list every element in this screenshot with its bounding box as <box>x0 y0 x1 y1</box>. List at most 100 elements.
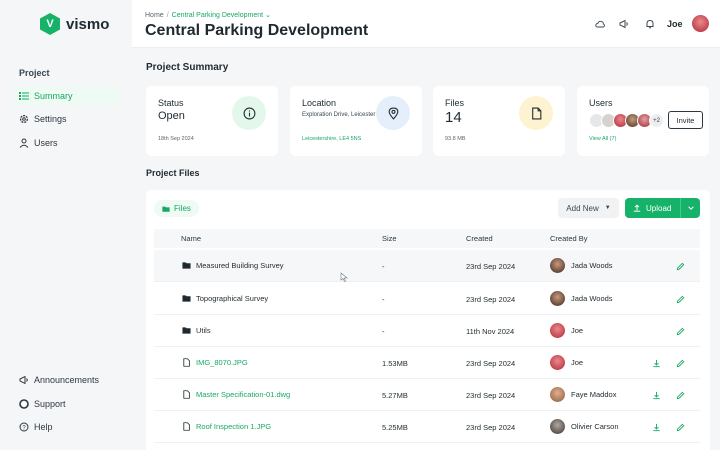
help-icon: ? <box>19 422 29 432</box>
sidebar-item-label: Summary <box>34 91 73 101</box>
row-size: - <box>382 295 385 304</box>
folder-icon <box>162 206 170 212</box>
sidebar-item-settings[interactable]: Settings <box>13 109 121 129</box>
avatar <box>550 355 565 370</box>
edit-icon[interactable] <box>675 358 685 368</box>
user-avatars[interactable]: +2 <box>589 113 664 128</box>
row-size: 1.53MB <box>382 359 408 368</box>
sidebar-section-title: Project <box>19 68 50 78</box>
add-new-button[interactable]: Add New ▼ <box>558 198 619 218</box>
row-created-by-label: Jada Woods <box>571 261 613 270</box>
folder-icon <box>182 262 191 269</box>
sidebar-item-announcements[interactable]: Announcements <box>13 370 121 390</box>
location-postcode[interactable]: Leicestershire, LE4 5NS <box>302 136 361 142</box>
breadcrumb-current[interactable]: Central Parking Development <box>172 12 263 19</box>
row-created: 23rd Sep 2024 <box>466 359 516 368</box>
gear-icon <box>19 114 29 124</box>
row-name[interactable]: Roof Inspection 1.JPG <box>182 422 271 431</box>
project-summary-title: Project Summary <box>146 62 229 73</box>
sidebar-item-label: Support <box>34 399 66 409</box>
row-name[interactable]: Measured Building Survey <box>182 261 284 270</box>
download-icon[interactable] <box>651 390 661 400</box>
more-users-count[interactable]: +2 <box>649 113 664 128</box>
megaphone-icon <box>19 375 29 385</box>
page-title: Central Parking Development <box>145 22 369 39</box>
row-created-by: Joe <box>550 323 583 338</box>
folder-icon <box>182 295 191 302</box>
files-card: Files 14 93.8 MB <box>433 86 565 156</box>
files-size: 93.8 MB <box>445 136 466 142</box>
location-label: Location <box>302 98 337 108</box>
row-created: 23rd Sep 2024 <box>466 262 516 271</box>
row-created-by-label: Olivier Carson <box>571 422 619 431</box>
row-created-by: Faye Maddox <box>550 387 616 402</box>
sidebar: V vismo Project Summary Settings Users A… <box>0 0 132 450</box>
avatar <box>550 387 565 402</box>
breadcrumb-home[interactable]: Home <box>145 12 164 19</box>
document-icon <box>519 96 553 130</box>
edit-icon[interactable] <box>675 294 685 304</box>
row-created: 11th Nov 2024 <box>466 327 515 336</box>
sidebar-item-support[interactable]: Support <box>13 394 121 414</box>
table-row[interactable]: IMG_8070.JPG 1.53MB 23rd Sep 2024 Joe <box>154 347 700 379</box>
cloud-icon[interactable] <box>593 17 607 31</box>
map-pin-icon <box>376 96 410 130</box>
info-icon <box>232 96 266 130</box>
app-logo[interactable]: V vismo <box>40 13 109 35</box>
row-created: 23rd Sep 2024 <box>466 423 516 432</box>
column-header-size[interactable]: Size <box>382 234 397 243</box>
row-size: 5.25MB <box>382 423 408 432</box>
avatar[interactable] <box>692 15 709 32</box>
table-row[interactable]: Topographical Survey - 23rd Sep 2024 Jad… <box>154 283 700 315</box>
sidebar-item-label: Settings <box>34 114 67 124</box>
edit-icon[interactable] <box>675 326 685 336</box>
status-label: Status <box>158 98 184 108</box>
mouse-pointer-icon <box>340 272 348 282</box>
chevron-down-icon[interactable]: ⌄ <box>265 12 271 19</box>
edit-icon[interactable] <box>675 390 685 400</box>
row-name-label: Master Specification-01.dwg <box>196 390 291 399</box>
breadcrumb-separator: / <box>166 12 169 19</box>
download-icon[interactable] <box>651 358 661 368</box>
bell-icon[interactable] <box>643 17 657 31</box>
row-name[interactable]: Topographical Survey <box>182 294 268 303</box>
row-created-by: Joe <box>550 355 583 370</box>
avatar <box>550 291 565 306</box>
column-header-name[interactable]: Name <box>181 234 201 243</box>
row-size: - <box>382 327 385 336</box>
upload-options-button[interactable] <box>681 204 700 212</box>
sidebar-item-help[interactable]: ? Help <box>13 417 121 437</box>
download-icon[interactable] <box>651 422 661 432</box>
upload-button[interactable]: Upload <box>625 198 681 218</box>
table-row[interactable]: Utils - 11th Nov 2024 Joe <box>154 315 700 347</box>
row-created-by-label: Faye Maddox <box>571 390 617 399</box>
edit-icon[interactable] <box>675 422 685 432</box>
row-created-by: Jada Woods <box>550 258 613 273</box>
invite-button[interactable]: Invite <box>668 111 703 129</box>
view-all-users-link[interactable]: View All (7) <box>589 136 616 142</box>
sidebar-item-users[interactable]: Users <box>13 133 121 153</box>
row-name[interactable]: IMG_8070.JPG <box>182 358 248 367</box>
upload-button-group: Upload <box>625 198 700 218</box>
row-name-label: Topographical Survey <box>196 294 269 303</box>
avatar <box>550 419 565 434</box>
edit-icon[interactable] <box>675 261 685 271</box>
location-card: Location Exploration Drive, Leicester Le… <box>290 86 422 156</box>
sidebar-item-summary[interactable]: Summary <box>13 86 121 106</box>
table-row[interactable]: Roof Inspection 1.JPG 5.25MB 23rd Sep 20… <box>154 411 700 443</box>
row-name[interactable]: Utils <box>182 326 211 335</box>
row-created: 23rd Sep 2024 <box>466 391 516 400</box>
megaphone-icon[interactable] <box>617 17 631 31</box>
header-user-name[interactable]: Joe <box>667 19 683 29</box>
table-row[interactable]: Measured Building Survey - 23rd Sep 2024… <box>154 250 700 282</box>
table-row[interactable]: Master Specification-01.dwg 5.27MB 23rd … <box>154 379 700 411</box>
column-header-created-by[interactable]: Created By <box>550 234 588 243</box>
sidebar-item-label: Announcements <box>34 375 100 385</box>
column-header-created[interactable]: Created <box>466 234 493 243</box>
row-name[interactable]: Master Specification-01.dwg <box>182 390 290 399</box>
files-panel: Files Add New ▼ Upload Name Size Created… <box>146 190 710 450</box>
tab-files[interactable]: Files <box>154 200 199 217</box>
breadcrumb: Home / Central Parking Development ⌄ <box>145 11 271 19</box>
files-count: 14 <box>445 109 462 126</box>
upload-label: Upload <box>646 203 672 213</box>
